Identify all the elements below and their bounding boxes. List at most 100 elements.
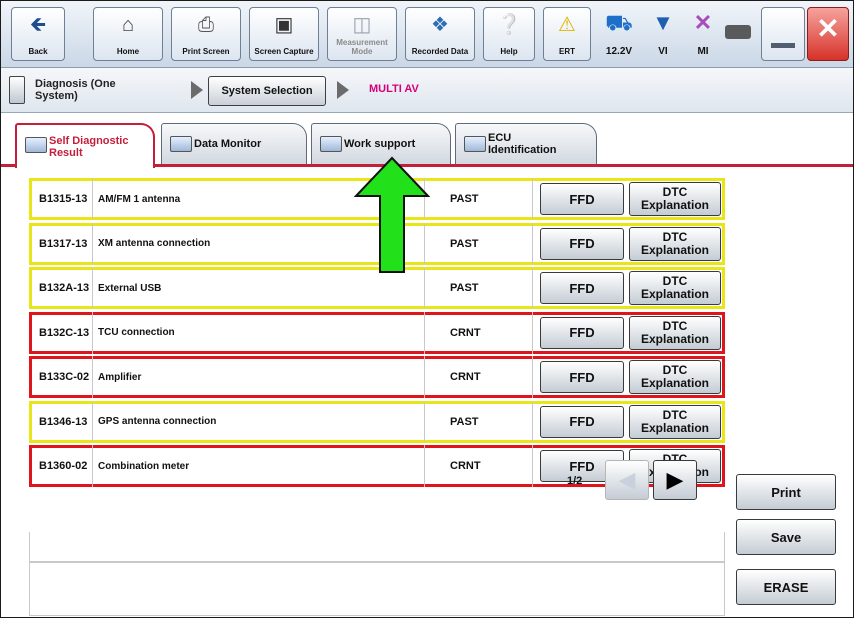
dtc-description: TCU connection <box>98 327 175 338</box>
help-button[interactable]: ❔ Help <box>483 7 535 61</box>
dtc-code: B1346-13 <box>39 415 88 428</box>
dtc-code: B1317-13 <box>39 237 88 250</box>
screen-capture-button[interactable]: ▣ Screen Capture <box>249 7 319 61</box>
save-button[interactable]: Save <box>736 519 836 555</box>
dtc-status: PAST <box>450 237 479 250</box>
home-icon: ⌂ <box>121 14 135 36</box>
mi-status: ✕ MI <box>685 7 721 61</box>
cell-divider <box>532 178 533 220</box>
recorded-data-button[interactable]: ❖ Recorded Data <box>405 7 475 61</box>
ffd-button[interactable]: FFD <box>540 272 624 304</box>
cell-divider <box>532 445 533 487</box>
connection-indicator-icon <box>725 25 751 39</box>
work-support-icon <box>320 136 342 152</box>
mi-disconnected-icon: ✕ <box>693 10 713 35</box>
dtc-status: PAST <box>450 282 479 294</box>
dtc-explanation-line1: DTC <box>662 407 688 422</box>
dtc-description: Amplifier <box>98 371 142 383</box>
next-arrow-icon: ▶ <box>666 467 684 492</box>
breadcrumb-arrow-icon <box>191 81 203 99</box>
annotation-arrow-icon <box>354 156 430 273</box>
measurement-mode-button[interactable]: ◫ Measurement Mode <box>327 7 397 61</box>
tab-self-diagnostic-result[interactable]: Self Diagnostic Result <box>15 123 155 168</box>
signal-icon: ▼ <box>652 10 674 35</box>
breadcrumb: Diagnosis (One System) System Selection … <box>1 68 853 113</box>
dtc-code: B132C-13 <box>39 326 90 339</box>
cell-divider <box>424 445 425 487</box>
dtc-status: PAST <box>450 415 479 428</box>
cell-divider <box>532 222 533 265</box>
dtc-explanation-line2: Explanation <box>640 420 709 435</box>
home-button[interactable]: ⌂ Home <box>93 7 163 61</box>
cell-divider <box>92 445 93 487</box>
prev-arrow-icon: ◀ <box>618 467 636 492</box>
prev-page-button[interactable]: ◀ <box>605 460 649 500</box>
cell-divider <box>532 400 533 443</box>
dtc-explanation-button[interactable]: DTCExplanation <box>629 404 721 439</box>
camera-icon: ▣ <box>274 14 294 36</box>
cell-divider <box>424 356 425 398</box>
ert-button[interactable]: ⚠ ERT <box>543 7 591 61</box>
cell-divider <box>424 400 425 443</box>
cell-divider <box>92 400 93 443</box>
dtc-explanation-button[interactable]: DTCExplanation <box>629 315 721 350</box>
device-icon <box>9 76 25 104</box>
cell-divider <box>92 356 93 398</box>
breadcrumb-diagnosis[interactable]: Diagnosis (One System) <box>35 78 155 102</box>
dtc-status: PAST <box>450 193 479 205</box>
cell-divider <box>92 178 93 220</box>
dtc-row[interactable]: B133C-02 Amplifier CRNT FFD DTC Explanation <box>29 356 725 398</box>
ffd-button[interactable]: FFD <box>540 227 624 260</box>
vi-status: ▼ VI <box>645 7 681 61</box>
help-icon: ❔ <box>496 14 522 36</box>
dtc-description: Combination meter <box>98 460 190 472</box>
breadcrumb-current-system: MULTI AV <box>369 83 419 95</box>
dtc-description: GPS antenna connection <box>98 416 217 427</box>
warning-icon: ⚠ <box>558 14 576 36</box>
cell-divider <box>532 356 533 398</box>
dtc-explanation-button[interactable]: DTCExplanation <box>629 271 721 305</box>
system-selection-button[interactable]: System Selection <box>208 76 326 106</box>
dtc-explanation-line2: Explanation <box>640 242 709 257</box>
minimize-button[interactable] <box>761 7 805 61</box>
dtc-explanation-line2: Explanation <box>640 198 709 212</box>
dtc-description: AM/FM 1 antenna <box>98 193 181 205</box>
dtc-row[interactable]: B132C-13 TCU connection CRNT FFD DTC Explanat… <box>29 311 725 354</box>
close-button[interactable]: ✕ <box>807 7 849 61</box>
dtc-explanation-button[interactable]: DTCExplanation <box>629 226 721 261</box>
cell-divider <box>532 267 533 309</box>
dtc-explanation-line2: Explanation <box>640 287 709 301</box>
dtc-code: B133C-02 <box>39 371 90 383</box>
cell-divider <box>424 311 425 354</box>
print-screen-button[interactable]: ⎙ Print Screen <box>171 7 241 61</box>
erase-button[interactable]: ERASE <box>736 569 836 605</box>
print-button[interactable]: Print <box>736 474 836 510</box>
tab-data-monitor[interactable]: Data Monitor <box>161 123 307 165</box>
back-arrow-icon: 🡸 <box>29 14 47 36</box>
recorded-data-icon: ❖ <box>431 14 449 36</box>
dtc-code: B132A-13 <box>39 282 90 294</box>
dtc-explanation-button[interactable]: DTCExplanation <box>629 360 721 394</box>
cell-divider <box>92 222 93 265</box>
ffd-button[interactable]: FFD <box>540 361 624 393</box>
tab-ecu-identification[interactable]: ECU Identification <box>455 123 597 165</box>
ffd-button[interactable]: FFD <box>540 405 624 438</box>
cell-divider <box>92 267 93 309</box>
car-icon: ⛟ <box>605 10 633 35</box>
toolbar: 🡸 Back ⌂ Home ⎙ Print Screen ▣ Screen Ca… <box>1 1 853 68</box>
dtc-explanation-line1: DTC <box>662 229 688 244</box>
minimize-icon <box>771 43 795 48</box>
dtc-status: CRNT <box>450 326 481 339</box>
dtc-explanation-line2: Explanation <box>640 331 709 346</box>
ffd-button[interactable]: FFD <box>540 316 624 349</box>
dtc-status: CRNT <box>450 371 481 383</box>
ecu-icon <box>464 136 486 152</box>
dtc-explanation-button[interactable]: DTCExplanation <box>629 182 721 216</box>
printer-icon: ⎙ <box>198 14 214 36</box>
cell-divider <box>532 311 533 354</box>
next-page-button[interactable]: ▶ <box>653 460 697 500</box>
back-button[interactable]: 🡸 Back <box>11 7 65 61</box>
pager-row <box>29 562 725 616</box>
dtc-row[interactable]: B1346-13 GPS antenna connection PAST FFD DTC… <box>29 400 725 443</box>
ffd-button[interactable]: FFD <box>540 183 624 215</box>
